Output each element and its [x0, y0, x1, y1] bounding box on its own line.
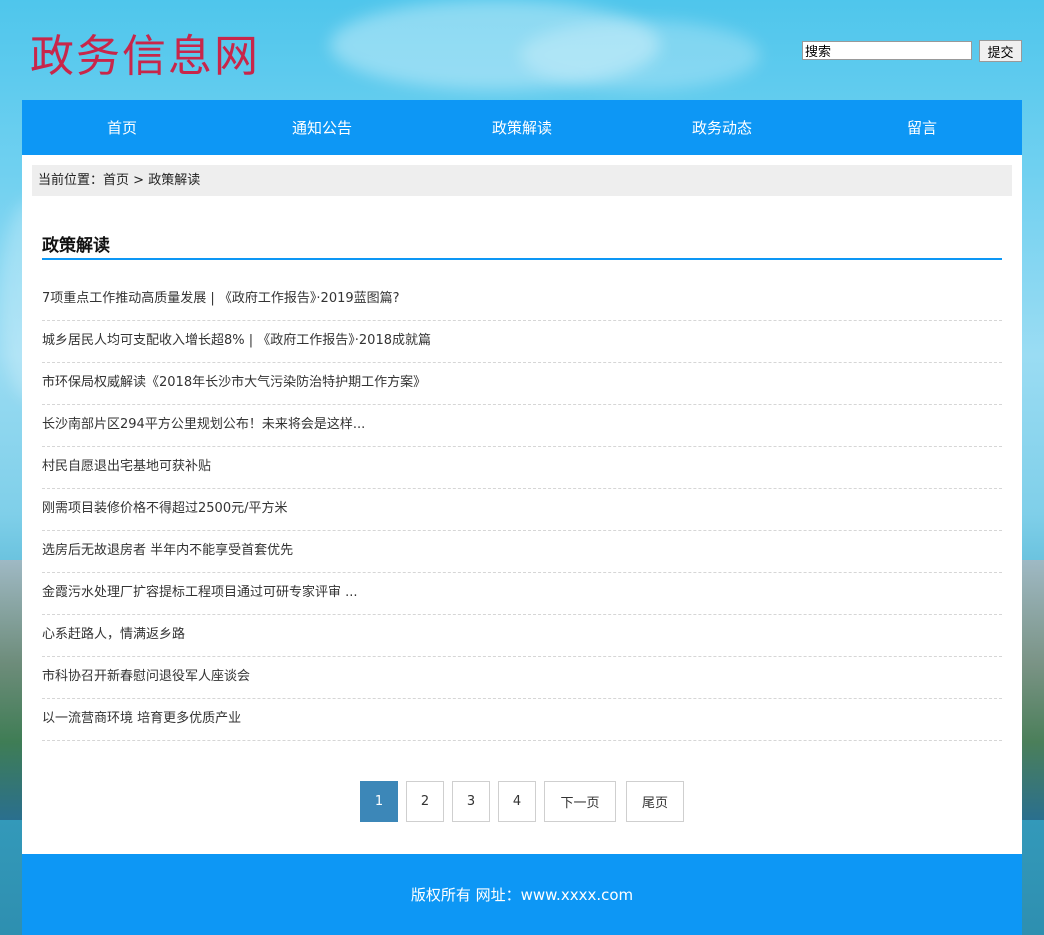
- breadcrumb-prefix: 当前位置：: [38, 173, 104, 188]
- breadcrumb: 当前位置：首页 > 政策解读: [32, 165, 1012, 196]
- background-scenery-left: [0, 560, 22, 820]
- article-link[interactable]: 选房后无故退房者 半年内不能享受首套优先: [42, 531, 1002, 573]
- article-link[interactable]: 城乡居民人均可支配收入增长超8% | 《政府工作报告》·2018成就篇: [42, 321, 1002, 363]
- main-nav: 首页 通知公告 政策解读 政务动态 留言: [22, 100, 1022, 155]
- nav-item-policy[interactable]: 政策解读: [422, 100, 622, 155]
- article-link[interactable]: 以一流营商环境 培育更多优质产业: [42, 699, 1002, 741]
- footer: 版权所有 网址：www.xxxx.com: [22, 854, 1022, 935]
- article-link[interactable]: 7项重点工作推动高质量发展 | 《政府工作报告》·2019蓝图篇?: [42, 279, 1002, 321]
- article-link[interactable]: 金霞污水处理厂扩容提标工程项目通过可研专家评审 ...: [42, 573, 1002, 615]
- breadcrumb-separator: >: [129, 173, 149, 188]
- page-button[interactable]: 2: [406, 781, 444, 822]
- article-list: 7项重点工作推动高质量发展 | 《政府工作报告》·2019蓝图篇? 城乡居民人均…: [42, 279, 1002, 741]
- article-link[interactable]: 市科协召开新春慰问退役军人座谈会: [42, 657, 1002, 699]
- article-link[interactable]: 长沙南部片区294平方公里规划公布！未来将会是这样...: [42, 405, 1002, 447]
- breadcrumb-current: 政策解读: [148, 173, 201, 188]
- page-button[interactable]: 3: [452, 781, 490, 822]
- last-page-button[interactable]: 尾页: [626, 781, 684, 822]
- article-link[interactable]: 村民自愿退出宅基地可获补贴: [42, 447, 1002, 489]
- site-logo[interactable]: 政务信息网: [30, 20, 260, 84]
- section-title: 政策解读: [42, 231, 1002, 260]
- background-cloud: [520, 20, 760, 90]
- nav-item-home[interactable]: 首页: [22, 100, 222, 155]
- footer-copyright: 版权所有 网址：www.xxxx.com: [410, 886, 634, 904]
- breadcrumb-home-link[interactable]: 首页: [103, 165, 129, 196]
- pagination: 1 2 3 4 下一页 尾页: [22, 781, 1022, 822]
- page-button[interactable]: 4: [498, 781, 536, 822]
- nav-item-message[interactable]: 留言: [822, 100, 1022, 155]
- main-content: 当前位置：首页 > 政策解读 政策解读 7项重点工作推动高质量发展 | 《政府工…: [22, 155, 1022, 854]
- search-submit-button[interactable]: 提交: [979, 40, 1022, 62]
- article-link[interactable]: 心系赶路人，情满返乡路: [42, 615, 1002, 657]
- next-page-button[interactable]: 下一页: [544, 781, 616, 822]
- page-button-current[interactable]: 1: [360, 781, 398, 822]
- nav-item-news[interactable]: 政务动态: [622, 100, 822, 155]
- nav-item-notices[interactable]: 通知公告: [222, 100, 422, 155]
- article-link[interactable]: 市环保局权威解读《2018年长沙市大气污染防治特护期工作方案》: [42, 363, 1002, 405]
- search-input[interactable]: [802, 41, 972, 60]
- article-link[interactable]: 刚需项目装修价格不得超过2500元/平方米: [42, 489, 1002, 531]
- background-scenery-right: [1022, 560, 1044, 820]
